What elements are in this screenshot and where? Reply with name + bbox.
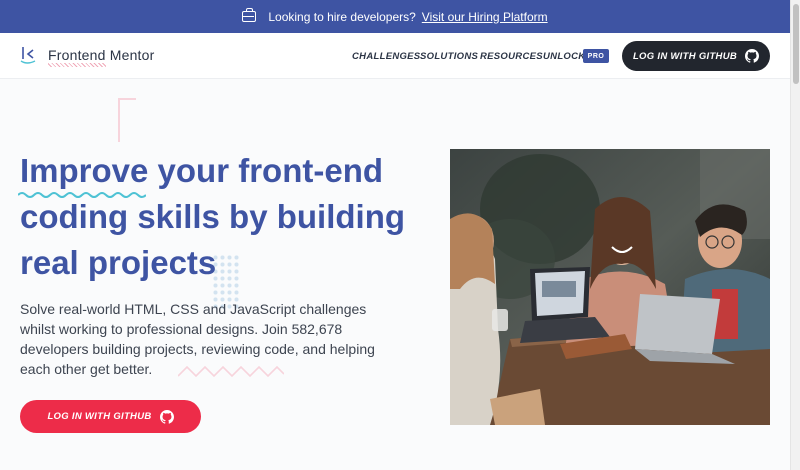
hero-title: Improve your front-end coding skills by …	[20, 148, 420, 286]
decorative-bracket	[118, 98, 136, 142]
hero-photo-developers	[450, 149, 770, 425]
github-icon	[159, 409, 174, 424]
nav-unlock[interactable]: UNLOCK	[543, 51, 585, 62]
briefcase-icon	[242, 8, 257, 22]
hero-title-improve: Improve	[20, 152, 149, 189]
hero-login-label: LOG IN WITH GITHUB	[47, 411, 152, 422]
login-github-button[interactable]: LOG IN WITH GITHUB	[622, 41, 770, 71]
nav-resources[interactable]: RESOURCES	[480, 51, 543, 62]
scrollbar[interactable]	[790, 0, 800, 470]
wavy-underline	[18, 192, 146, 198]
hero-title-line3: real projects	[20, 244, 217, 281]
logo[interactable]: Frontend Mentor	[20, 45, 155, 67]
nav-challenges[interactable]: CHALLENGES	[352, 51, 420, 62]
hiring-banner: Looking to hire developers? Visit our Hi…	[0, 0, 790, 33]
brand-name: Frontend Mentor	[48, 47, 155, 67]
hero-title-line2: coding skills by building	[20, 198, 406, 235]
nav-solutions[interactable]: SOLUTIONS	[420, 51, 478, 62]
scrollbar-thumb[interactable]	[793, 4, 799, 84]
github-icon	[745, 49, 760, 63]
logo-mark-icon	[20, 47, 36, 64]
login-github-label: LOG IN WITH GITHUB	[632, 50, 738, 62]
hero-title-line1-rest: your front-end	[148, 152, 384, 189]
hero-description: Solve real-world HTML, CSS and JavaScrip…	[20, 301, 375, 377]
banner-text: Looking to hire developers?	[268, 9, 416, 24]
pro-badge[interactable]: PRO	[583, 49, 609, 63]
hero-login-github-button[interactable]: LOG IN WITH GITHUB	[20, 400, 201, 433]
hiring-platform-link[interactable]: Visit our Hiring Platform	[422, 10, 548, 24]
